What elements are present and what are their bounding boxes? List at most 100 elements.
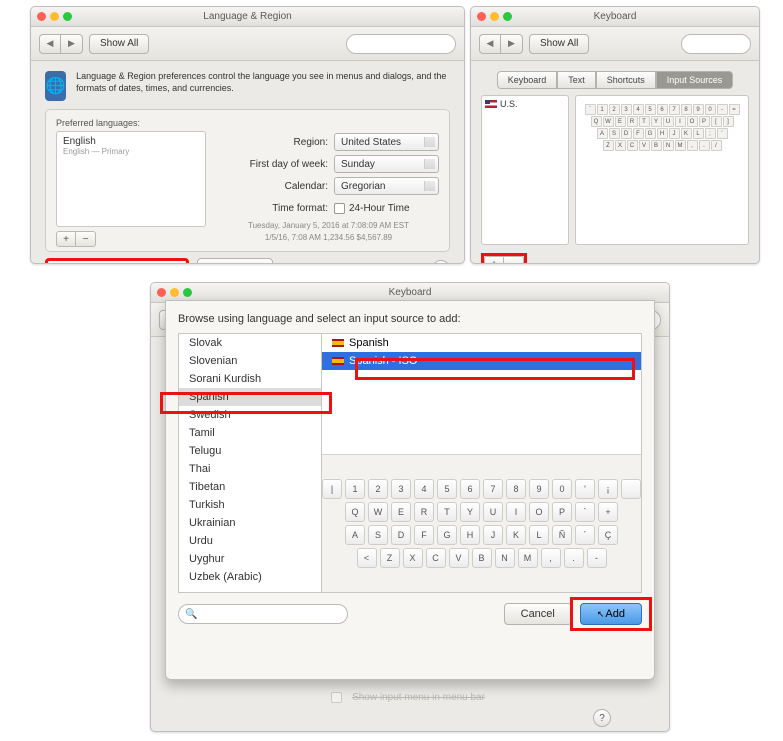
key: T xyxy=(437,502,457,522)
keyboard-window-small: Keyboard ◀ ▶ Show All Keyboard Text Shor… xyxy=(470,6,760,264)
show-menu-label-dim: Show input menu in menu bar xyxy=(352,692,485,703)
help-button[interactable]: ? xyxy=(593,709,611,727)
back-button[interactable]: ◀ xyxy=(479,34,501,54)
search-input[interactable] xyxy=(681,34,751,54)
language-region-window: Language & Region ◀ ▶ Show All 🌐 Languag… xyxy=(30,6,465,264)
search-input[interactable] xyxy=(346,34,456,54)
zoom-icon[interactable] xyxy=(183,288,192,297)
variant-item[interactable]: Spanish - ISO xyxy=(322,352,641,370)
language-item[interactable]: Ukrainian xyxy=(179,514,321,532)
traffic-lights[interactable] xyxy=(477,12,512,21)
nav-buttons[interactable]: ◀ ▶ xyxy=(39,34,83,54)
time-label: Time format: xyxy=(218,203,328,214)
key: U xyxy=(663,116,674,127)
tab-input-sources[interactable]: Input Sources xyxy=(656,71,734,89)
zoom-icon[interactable] xyxy=(503,12,512,21)
key: P xyxy=(552,502,572,522)
key: Y xyxy=(651,116,662,127)
key: 0 xyxy=(552,479,572,499)
key: 9 xyxy=(529,479,549,499)
close-icon[interactable] xyxy=(37,12,46,21)
help-button[interactable]: ? xyxy=(432,260,450,264)
language-item[interactable]: Slovak xyxy=(179,334,321,352)
nav-buttons[interactable]: ◀ ▶ xyxy=(479,34,523,54)
language-list[interactable]: SlovakSlovenianSorani KurdishSpanishSwed… xyxy=(178,333,321,593)
firstday-label: First day of week: xyxy=(218,159,328,170)
input-source-item[interactable]: U.S. xyxy=(485,99,565,109)
language-item[interactable]: English English — Primary xyxy=(63,136,199,156)
key: 3 xyxy=(621,104,632,115)
remove-language-button[interactable]: − xyxy=(76,231,96,247)
key: 3 xyxy=(391,479,411,499)
input-source-list[interactable]: U.S. xyxy=(481,95,569,245)
firstday-select[interactable]: Sunday xyxy=(334,155,439,173)
key: H xyxy=(460,525,480,545)
key: E xyxy=(391,502,411,522)
language-item[interactable]: Slovenian xyxy=(179,352,321,370)
show-all-button[interactable]: Show All xyxy=(529,34,589,54)
language-item[interactable]: Urdu xyxy=(179,532,321,550)
language-item[interactable]: Uzbek (Arabic) xyxy=(179,568,321,586)
key: Z xyxy=(380,548,400,568)
cancel-button[interactable]: Cancel xyxy=(504,603,572,625)
key: ] xyxy=(723,116,734,127)
key: 9 xyxy=(693,104,704,115)
minimize-icon[interactable] xyxy=(490,12,499,21)
key: 5 xyxy=(437,479,457,499)
traffic-lights[interactable] xyxy=(37,12,72,21)
add-language-button[interactable]: + xyxy=(56,231,76,247)
key: ' xyxy=(575,479,595,499)
key: L xyxy=(693,128,704,139)
variant-list[interactable]: SpanishSpanish - ISO xyxy=(322,334,641,454)
key: U xyxy=(483,502,503,522)
remove-source-button[interactable]: − xyxy=(504,256,524,264)
language-item[interactable]: Tamil xyxy=(179,424,321,442)
keyboard-preferences-button[interactable]: Keyboard Preferences… xyxy=(45,258,189,264)
globe-icon: 🌐 xyxy=(45,71,66,101)
key: G xyxy=(437,525,457,545)
language-item[interactable]: Tibetan xyxy=(179,478,321,496)
forward-button[interactable]: ▶ xyxy=(61,34,83,54)
show-all-button[interactable]: Show All xyxy=(89,34,149,54)
window-title: Language & Region xyxy=(31,11,464,22)
key: . xyxy=(699,140,710,151)
key: | xyxy=(322,479,342,499)
zoom-icon[interactable] xyxy=(63,12,72,21)
key: 2 xyxy=(368,479,388,499)
key: T xyxy=(639,116,650,127)
key: / xyxy=(711,140,722,151)
add-source-button[interactable]: + xyxy=(484,256,504,264)
back-button[interactable]: ◀ xyxy=(39,34,61,54)
key: 7 xyxy=(669,104,680,115)
region-select[interactable]: United States xyxy=(334,133,439,151)
language-item[interactable]: Thai xyxy=(179,460,321,478)
preferred-languages-list[interactable]: English English — Primary xyxy=(56,131,206,227)
language-sub: English — Primary xyxy=(63,147,199,156)
variant-item[interactable]: Spanish xyxy=(322,334,641,352)
language-item[interactable]: Turkish xyxy=(179,496,321,514)
sample-line2: 1/5/16, 7:08 AM 1,234.56 $4,567.89 xyxy=(218,233,439,243)
close-icon[interactable] xyxy=(157,288,166,297)
tab-text[interactable]: Text xyxy=(557,71,596,89)
key: ' xyxy=(717,128,728,139)
key: W xyxy=(368,502,388,522)
calendar-select[interactable]: Gregorian xyxy=(334,177,439,195)
tab-shortcuts[interactable]: Shortcuts xyxy=(596,71,656,89)
forward-button[interactable]: ▶ xyxy=(501,34,523,54)
tab-keyboard[interactable]: Keyboard xyxy=(497,71,558,89)
sheet-search-input[interactable]: 🔍 xyxy=(178,604,348,624)
minimize-icon[interactable] xyxy=(170,288,179,297)
language-item[interactable]: Sorani Kurdish xyxy=(179,370,321,388)
advanced-button[interactable]: Advanced… xyxy=(197,258,273,264)
close-icon[interactable] xyxy=(477,12,486,21)
traffic-lights[interactable] xyxy=(157,288,192,297)
language-item[interactable]: Swedish xyxy=(179,406,321,424)
key: Q xyxy=(345,502,365,522)
language-item[interactable]: Spanish xyxy=(179,388,321,406)
key: 7 xyxy=(483,479,503,499)
24hour-checkbox[interactable] xyxy=(334,203,345,214)
language-item[interactable]: Telugu xyxy=(179,442,321,460)
minimize-icon[interactable] xyxy=(50,12,59,21)
language-item[interactable]: Uyghur xyxy=(179,550,321,568)
keyboard-preview-large: |1234567890'¡QWERTYUIOP`+ASDFGHJKLÑ´Ç<ZX… xyxy=(322,454,641,592)
